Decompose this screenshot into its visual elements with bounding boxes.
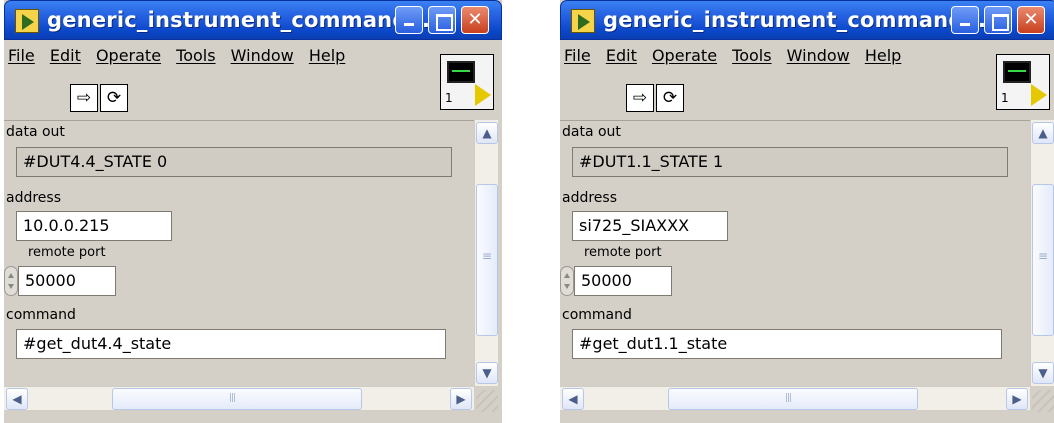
command-label: command: [562, 307, 632, 323]
menu-bar: File Edit Operate Tools Window Help: [564, 46, 911, 68]
menu-tools[interactable]: Tools: [732, 46, 771, 65]
close-button[interactable]: ✕: [461, 6, 489, 34]
data-out-label: data out: [6, 124, 65, 140]
window-title: generic_instrument_commande...: [603, 8, 1003, 32]
remote-port-label: remote port: [584, 245, 662, 260]
front-panel: data out #DUT4.4_STATE 0 address 10.0.0.…: [4, 120, 474, 386]
remote-port-label: remote port: [28, 245, 106, 260]
minimize-button[interactable]: [951, 6, 979, 34]
scroll-left-icon[interactable]: ◀: [6, 388, 28, 410]
menu-edit[interactable]: Edit: [50, 46, 81, 65]
run-continuously-button[interactable]: ⟳: [656, 84, 684, 112]
labview-app-icon: [15, 9, 39, 33]
menu-window[interactable]: Window: [231, 46, 294, 65]
data-out-indicator: #DUT1.1_STATE 1: [572, 147, 1008, 177]
scroll-down-icon[interactable]: ▼: [1032, 362, 1054, 384]
vi-connector-pane-icon[interactable]: 1: [996, 54, 1050, 110]
vi-icon-number: 1: [445, 91, 453, 105]
horizontal-scroll-thumb[interactable]: [112, 388, 362, 410]
run-button[interactable]: ⇨: [626, 84, 654, 112]
command-field[interactable]: #get_dut1.1_state: [572, 329, 1002, 359]
scroll-right-icon[interactable]: ▶: [1006, 388, 1028, 410]
close-button[interactable]: ✕: [1017, 6, 1045, 34]
vi-screen-icon: [1003, 61, 1031, 83]
vi-icon-number: 1: [1001, 91, 1009, 105]
increment-arrow-icon[interactable]: [8, 273, 14, 278]
menu-operate[interactable]: Operate: [652, 46, 717, 65]
maximize-button[interactable]: [428, 6, 456, 34]
vertical-scroll-thumb[interactable]: [1032, 184, 1054, 336]
resize-grip-icon[interactable]: [476, 390, 498, 412]
menu-help[interactable]: Help: [865, 46, 901, 65]
run-button[interactable]: ⇨: [70, 84, 98, 112]
increment-arrow-icon[interactable]: [564, 273, 570, 278]
vertical-scroll-thumb[interactable]: [476, 184, 498, 336]
menu-window[interactable]: Window: [787, 46, 850, 65]
menu-operate[interactable]: Operate: [96, 46, 161, 65]
menu-help[interactable]: Help: [309, 46, 345, 65]
menu-edit[interactable]: Edit: [606, 46, 637, 65]
front-panel: data out #DUT1.1_STATE 1 address si725_S…: [560, 120, 1030, 386]
labview-app-icon: [571, 9, 595, 33]
horizontal-scrollbar[interactable]: ◀ ▶: [560, 386, 1030, 410]
minimize-button[interactable]: [395, 6, 423, 34]
run-continuously-button[interactable]: ⟳: [100, 84, 128, 112]
scroll-down-icon[interactable]: ▼: [476, 362, 498, 384]
window-title: generic_instrument_commande...: [47, 8, 447, 32]
vi-play-arrow-icon: [1031, 84, 1047, 106]
title-bar[interactable]: generic_instrument_commande... ✕: [4, 0, 502, 40]
scroll-right-icon[interactable]: ▶: [450, 388, 472, 410]
vi-window-2[interactable]: generic_instrument_commande... ✕ File Ed…: [560, 0, 1054, 423]
data-out-indicator: #DUT4.4_STATE 0: [16, 147, 452, 177]
menu-bar: File Edit Operate Tools Window Help: [8, 46, 355, 68]
resize-grip-icon[interactable]: [1032, 390, 1054, 412]
remote-port-stepper[interactable]: [4, 266, 18, 296]
scroll-left-icon[interactable]: ◀: [562, 388, 584, 410]
maximize-button[interactable]: [984, 6, 1012, 34]
address-label: address: [562, 190, 618, 206]
vi-screen-icon: [447, 61, 475, 83]
vi-window-1[interactable]: generic_instrument_commande... ✕ File Ed…: [4, 0, 502, 423]
command-label: command: [6, 307, 76, 323]
scroll-up-icon[interactable]: ▲: [1032, 122, 1054, 144]
vertical-scrollbar[interactable]: ▲ ▼: [1030, 120, 1054, 386]
address-field[interactable]: si725_SIAXXX: [572, 211, 728, 241]
command-field[interactable]: #get_dut4.4_state: [16, 329, 446, 359]
remote-port-field[interactable]: 50000: [574, 266, 672, 296]
menu-tools[interactable]: Tools: [176, 46, 215, 65]
horizontal-scrollbar[interactable]: ◀ ▶: [4, 386, 474, 410]
decrement-arrow-icon[interactable]: [564, 284, 570, 289]
scroll-up-icon[interactable]: ▲: [476, 122, 498, 144]
address-label: address: [6, 190, 62, 206]
vertical-scrollbar[interactable]: ▲ ▼: [474, 120, 498, 386]
menu-file[interactable]: File: [8, 46, 35, 65]
decrement-arrow-icon[interactable]: [8, 284, 14, 289]
remote-port-field[interactable]: 50000: [18, 266, 116, 296]
remote-port-stepper[interactable]: [560, 266, 574, 296]
title-bar[interactable]: generic_instrument_commande... ✕: [560, 0, 1054, 40]
horizontal-scroll-thumb[interactable]: [668, 388, 918, 410]
vi-connector-pane-icon[interactable]: 1: [440, 54, 494, 110]
vi-play-arrow-icon: [475, 84, 491, 106]
address-field[interactable]: 10.0.0.215: [16, 211, 172, 241]
data-out-label: data out: [562, 124, 621, 140]
menu-file[interactable]: File: [564, 46, 591, 65]
